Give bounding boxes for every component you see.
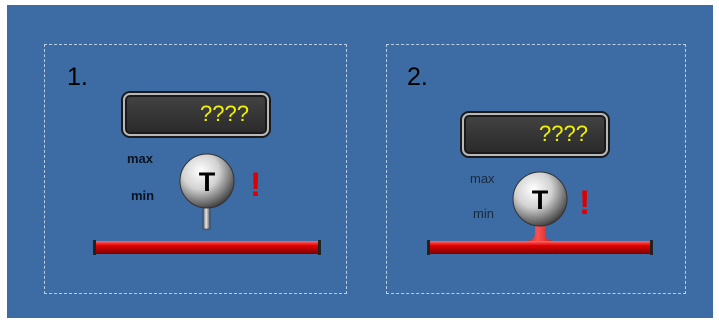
alert-icon: ! [579, 184, 590, 222]
workspace-canvas: 1. ???? max min T ! 2. ???? max min T ! [7, 5, 713, 318]
example-panel-2: 2. ???? max min T ! [386, 44, 686, 294]
sensor-assembly: T ! [93, 153, 321, 255]
example-panel-1: 1. ???? max min T ! [44, 44, 347, 294]
sensor-letter: T [532, 185, 549, 215]
pipe-icon [93, 240, 321, 255]
temperature-sensor-icon[interactable]: T [512, 171, 568, 227]
temperature-sensor-icon[interactable]: T [179, 153, 235, 209]
alert-icon: ! [250, 166, 261, 204]
sensor-assembly: T ! [427, 171, 653, 255]
sensor-letter: T [199, 167, 216, 197]
pipe-icon [427, 223, 653, 255]
